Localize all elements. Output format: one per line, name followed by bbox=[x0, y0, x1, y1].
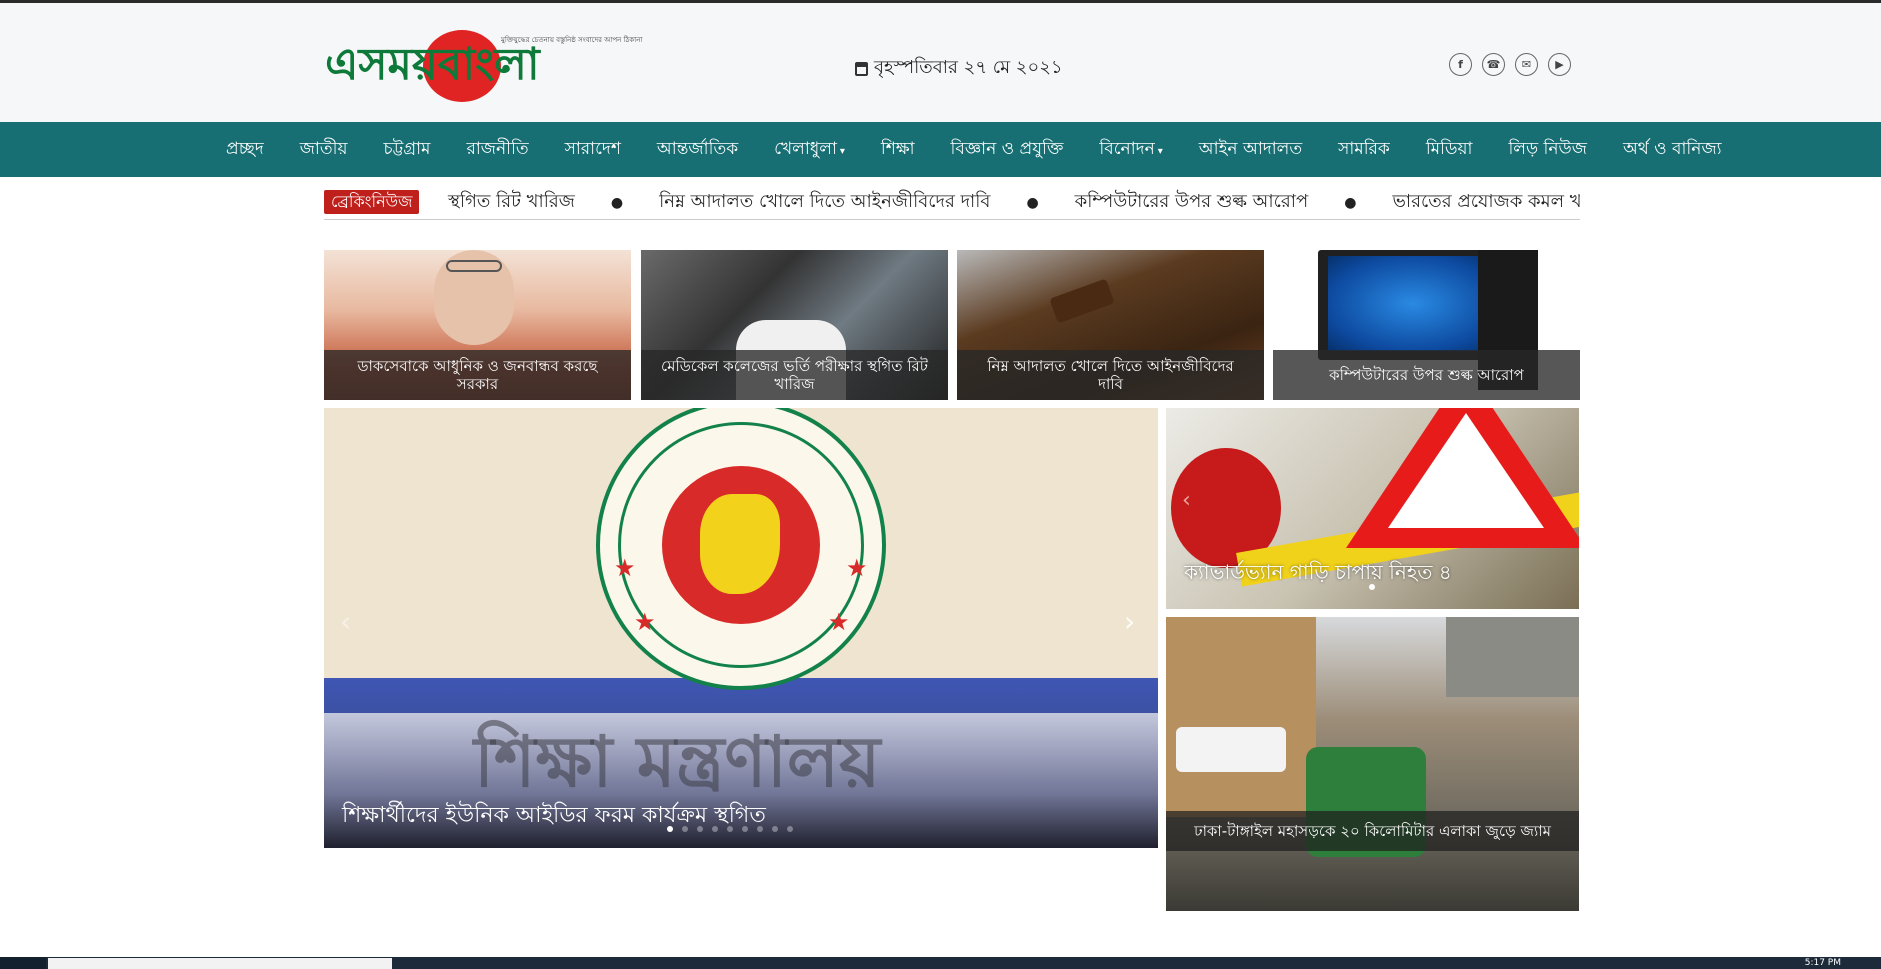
site-logo[interactable]: এসময়বাংলা মুক্তিযুদ্ধের চেতনায় বস্তুনি… bbox=[325, 25, 655, 105]
nav-item[interactable]: অর্থ ও বানিজ্য bbox=[1623, 136, 1722, 164]
ticker-item[interactable]: ভারতের প্রযোজক কমল খানের বিরুদ্ধে মামলা bbox=[1392, 191, 1580, 212]
current-date: বৃহস্পতিবার ২৭ মে ২০২১ bbox=[855, 53, 1063, 84]
slider-prev-icon[interactable]: ‹ bbox=[340, 605, 351, 638]
nav-item[interactable]: সারাদেশ bbox=[565, 136, 621, 164]
nav-item[interactable]: আন্তর্জাতিক bbox=[657, 136, 738, 164]
bullet-icon: ● bbox=[610, 195, 624, 211]
nav-item-label: সারাদেশ bbox=[564, 138, 621, 159]
taskbar-search-input[interactable] bbox=[48, 958, 392, 969]
nav-item[interactable]: সামরিক bbox=[1338, 136, 1390, 164]
side-news-caption[interactable]: ক্যাভার্ডভ্যান গাড়ি চাপায় নিহত ৪ bbox=[1184, 558, 1452, 591]
nav-item-label: আন্তর্জাতিক bbox=[656, 138, 739, 159]
nav-item-label: প্রচ্ছদ bbox=[226, 138, 264, 159]
nav-item[interactable]: রাজনীতি bbox=[467, 136, 529, 164]
site-header: এসময়বাংলা মুক্তিযুদ্ধের চেতনায় বস্তুনি… bbox=[0, 3, 1881, 122]
news-card-caption: নিম্ন আদালত খোলে দিতে আইনজীবিদের দাবি bbox=[957, 350, 1264, 400]
nav-item[interactable]: বিজ্ঞান ও প্রযুক্তি bbox=[951, 136, 1064, 164]
side-slider-dots bbox=[1369, 584, 1375, 590]
ticker-item[interactable]: নিম্ন আদালত খোলে দিতে আইনজীবিদের দাবি bbox=[659, 191, 990, 212]
side-news-accident[interactable]: ‹ ক্যাভার্ডভ্যান গাড়ি চাপায় নিহত ৪ bbox=[1166, 408, 1579, 609]
facebook-icon[interactable]: f bbox=[1449, 53, 1472, 76]
chevron-down-icon: ▾ bbox=[1157, 145, 1163, 157]
taskbar-clock: 5:17 PM bbox=[1804, 958, 1841, 968]
nav-item-label: রাজনীতি bbox=[466, 138, 529, 159]
government-seal-image: ★ ★ ★ ★ bbox=[596, 408, 886, 690]
slider-dot[interactable] bbox=[697, 826, 703, 832]
nav-item[interactable]: শিক্ষা bbox=[881, 136, 915, 164]
nav-item[interactable]: প্রচ্ছদ bbox=[226, 136, 264, 164]
news-card-court[interactable]: নিম্ন আদালত খোলে দিতে আইনজীবিদের দাবি bbox=[957, 250, 1264, 400]
os-taskbar: 5:17 PM bbox=[0, 957, 1881, 969]
chevron-down-icon: ▾ bbox=[839, 145, 845, 157]
news-card-medical[interactable]: মেডিকেল কলেজের ভর্তি পরীক্ষার স্থগিত রিট… bbox=[641, 250, 948, 400]
side-news-traffic[interactable]: ঢাকা-টাঙ্গাইল মহাসড়কে ২০ কিলোমিটার এলাক… bbox=[1166, 617, 1579, 911]
bullet-icon: ● bbox=[1344, 195, 1357, 211]
social-links: f ☎ ✉ ▶ bbox=[1449, 53, 1571, 76]
nav-item[interactable]: খেলাধুলা ▾ bbox=[774, 136, 845, 164]
slider-dot[interactable] bbox=[712, 826, 718, 832]
nav-list: প্রচ্ছদ জাতীয় চট্টগ্রাম রাজনীতি সারাদেশ আন্ত… bbox=[226, 122, 1758, 177]
logo-tagline: মুক্তিযুদ্ধের চেতনায় বস্তুনিষ্ঠ সংবাদের… bbox=[501, 36, 643, 44]
breaking-news-label: ব্রেকিংনিউজ bbox=[324, 190, 420, 214]
nav-item-label: আইন আদালত bbox=[1198, 138, 1303, 159]
email-icon[interactable]: ✉ bbox=[1515, 53, 1538, 76]
youtube-icon[interactable]: ▶ bbox=[1548, 53, 1571, 76]
calendar-icon bbox=[855, 61, 868, 76]
nav-item[interactable]: চট্টগ্রাম bbox=[384, 136, 431, 164]
nav-item[interactable]: আইন আদালত bbox=[1199, 136, 1302, 164]
logo-part-1: এসময় bbox=[325, 39, 438, 90]
nav-item-label: লিড় নিউজ bbox=[1508, 138, 1587, 159]
news-card-postal[interactable]: ডাকসেবাকে আধুনিক ও জনবান্ধব করছে সরকার bbox=[324, 250, 631, 400]
side-news-caption[interactable]: ঢাকা-টাঙ্গাইল মহাসড়কে ২০ কিলোমিটার এলাক… bbox=[1166, 811, 1579, 851]
slider-dot[interactable] bbox=[757, 826, 763, 832]
nav-item-label: খেলাধুলা bbox=[774, 138, 837, 159]
main-nav: প্রচ্ছদ জাতীয় চট্টগ্রাম রাজনীতি সারাদেশ আন্ত… bbox=[0, 122, 1881, 177]
nav-item-label: শিক্ষা bbox=[880, 138, 915, 159]
date-text: বৃহস্পতিবার ২৭ মে ২০২১ bbox=[874, 57, 1063, 78]
logo-wordmark: এসময়বাংলা bbox=[325, 39, 540, 91]
slider-dots bbox=[667, 826, 793, 832]
ticker-item[interactable]: কম্পিউটারের উপর শুল্ক আরোপ bbox=[1075, 191, 1309, 212]
nav-item-label: বিজ্ঞান ও প্রযুক্তি bbox=[950, 138, 1064, 159]
phone-icon[interactable]: ☎ bbox=[1482, 53, 1505, 76]
news-card-caption: ডাকসেবাকে আধুনিক ও জনবান্ধব করছে সরকার bbox=[324, 350, 631, 400]
news-card-caption: কম্পিউটারের উপর শুল্ক আরোপ bbox=[1273, 350, 1580, 400]
nav-item[interactable]: লিড় নিউজ bbox=[1508, 136, 1587, 164]
slider-dot[interactable] bbox=[682, 826, 688, 832]
slider-dot[interactable] bbox=[787, 826, 793, 832]
nav-item[interactable]: বিনোদন ▾ bbox=[1099, 136, 1162, 164]
bullet-icon: ● bbox=[1026, 195, 1039, 211]
slider-dot[interactable] bbox=[727, 826, 733, 832]
start-button[interactable] bbox=[0, 957, 46, 969]
nav-item-label: জাতীয় bbox=[299, 138, 348, 159]
main-news-slider[interactable]: ★ ★ ★ ★ শিক্ষা মন্ত্রণালয় শিক্ষার্থীদের… bbox=[324, 408, 1158, 848]
news-card-caption: মেডিকেল কলেজের ভর্তি পরীক্ষার স্থগিত রিট… bbox=[641, 350, 948, 400]
nav-item-label: মিডিয়া bbox=[1425, 138, 1473, 159]
slider-dot[interactable] bbox=[667, 826, 673, 832]
nav-item[interactable]: জাতীয় bbox=[300, 136, 348, 164]
nav-item-label: চট্টগ্রাম bbox=[383, 138, 431, 159]
news-card-computer[interactable]: কম্পিউটারের উপর শুল্ক আরোপ bbox=[1273, 250, 1580, 400]
side-slider-prev-icon[interactable]: ‹ bbox=[1182, 488, 1191, 513]
nav-item-label: অর্থ ও বানিজ্য bbox=[1622, 138, 1722, 159]
slider-dot[interactable] bbox=[742, 826, 748, 832]
nav-item[interactable]: মিডিয়া bbox=[1426, 136, 1473, 164]
ticker-item[interactable]: স্থগিত রিট খারিজ bbox=[448, 191, 575, 212]
nav-item-label: বিনোদন bbox=[1099, 138, 1155, 159]
slider-dot[interactable] bbox=[772, 826, 778, 832]
breaking-news-ticker: স্থগিত রিট খারিজ ● নিম্ন আদালত খোলে দিতে আ… bbox=[448, 190, 1580, 214]
breaking-news-bar: ব্রেকিংনিউজ স্থগিত রিট খারিজ ● নিম্ন আদালত… bbox=[324, 186, 1580, 220]
logo-part-2: বাংলা bbox=[437, 39, 540, 90]
slider-next-icon[interactable]: › bbox=[1124, 605, 1135, 638]
nav-item-label: সামরিক bbox=[1338, 138, 1390, 159]
